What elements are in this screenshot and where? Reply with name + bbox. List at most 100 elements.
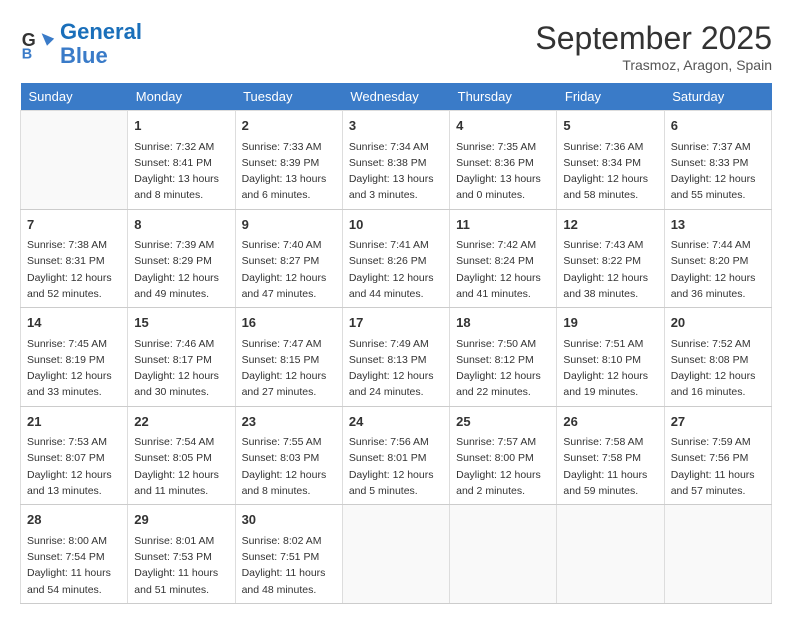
calendar-cell: 28 Sunrise: 8:00 AM Sunset: 7:54 PM Dayli…: [21, 505, 128, 604]
day-info: Sunrise: 8:02 AM Sunset: 7:51 PM Dayligh…: [242, 533, 336, 598]
calendar-cell: 9Sunrise: 7:40 AM Sunset: 8:27 PM Daylig…: [235, 209, 342, 308]
day-number: 27: [671, 412, 765, 432]
day-info: Sunrise: 7:42 AM Sunset: 8:24 PM Dayligh…: [456, 237, 550, 302]
day-number: 2: [242, 116, 336, 136]
logo-icon: G B: [20, 26, 56, 62]
location: Trasmoz, Aragon, Spain: [535, 57, 772, 73]
day-number: 14: [27, 313, 121, 333]
svg-text:B: B: [22, 47, 32, 63]
calendar-cell: 20 Sunrise: 7:52 AM Sunset: 8:08 PM Dayli…: [664, 308, 771, 407]
calendar-cell: 1 Sunrise: 7:32 AM Sunset: 8:41 PM Daylig…: [128, 111, 235, 210]
day-info: Sunrise: 7:46 AM Sunset: 8:17 PM Dayligh…: [134, 336, 228, 401]
calendar-cell: 15Sunrise: 7:46 AM Sunset: 8:17 PM Dayli…: [128, 308, 235, 407]
day-info: Sunrise: 7:50 AM Sunset: 8:12 PM Dayligh…: [456, 336, 550, 401]
calendar-cell: 16Sunrise: 7:47 AM Sunset: 8:15 PM Dayli…: [235, 308, 342, 407]
calendar-cell: 22Sunrise: 7:54 AM Sunset: 8:05 PM Dayli…: [128, 406, 235, 505]
weekday-header: Thursday: [450, 83, 557, 111]
day-info: Sunrise: 7:58 AM Sunset: 7:58 PM Dayligh…: [563, 434, 657, 499]
title-block: September 2025 Trasmoz, Aragon, Spain: [535, 20, 772, 73]
day-number: 18: [456, 313, 550, 333]
calendar-cell: 14 Sunrise: 7:45 AM Sunset: 8:19 PM Dayli…: [21, 308, 128, 407]
day-number: 30: [242, 510, 336, 530]
day-info: Sunrise: 7:32 AM Sunset: 8:41 PM Dayligh…: [134, 139, 228, 204]
logo-blue: Blue: [60, 43, 108, 68]
day-info: Sunrise: 7:52 AM Sunset: 8:08 PM Dayligh…: [671, 336, 765, 401]
day-info: Sunrise: 7:57 AM Sunset: 8:00 PM Dayligh…: [456, 434, 550, 499]
calendar-cell: 7Sunrise: 7:38 AM Sunset: 8:31 PM Daylig…: [21, 209, 128, 308]
calendar-cell: 29 Sunrise: 8:01 AM Sunset: 7:53 PM Dayli…: [128, 505, 235, 604]
day-number: 25: [456, 412, 550, 432]
calendar-cell: 13Sunrise: 7:44 AM Sunset: 8:20 PM Dayli…: [664, 209, 771, 308]
calendar-cell: 12Sunrise: 7:43 AM Sunset: 8:22 PM Dayli…: [557, 209, 664, 308]
calendar-cell: [21, 111, 128, 210]
weekday-header: Monday: [128, 83, 235, 111]
day-number: 10: [349, 215, 443, 235]
calendar-table: SundayMondayTuesdayWednesdayThursdayFrid…: [20, 83, 772, 604]
day-info: Sunrise: 7:59 AM Sunset: 7:56 PM Dayligh…: [671, 434, 765, 499]
day-info: Sunrise: 7:38 AM Sunset: 8:31 PM Dayligh…: [27, 237, 121, 302]
calendar-cell: 5 Sunrise: 7:36 AM Sunset: 8:34 PM Daylig…: [557, 111, 664, 210]
day-info: Sunrise: 7:55 AM Sunset: 8:03 PM Dayligh…: [242, 434, 336, 499]
calendar-cell: 3Sunrise: 7:34 AM Sunset: 8:38 PM Daylig…: [342, 111, 449, 210]
day-info: Sunrise: 7:41 AM Sunset: 8:26 PM Dayligh…: [349, 237, 443, 302]
day-info: Sunrise: 7:53 AM Sunset: 8:07 PM Dayligh…: [27, 434, 121, 499]
calendar-cell: 18 Sunrise: 7:50 AM Sunset: 8:12 PM Dayli…: [450, 308, 557, 407]
day-number: 28: [27, 510, 121, 530]
day-info: Sunrise: 7:35 AM Sunset: 8:36 PM Dayligh…: [456, 139, 550, 204]
day-number: 13: [671, 215, 765, 235]
weekday-header: Sunday: [21, 83, 128, 111]
day-info: Sunrise: 7:51 AM Sunset: 8:10 PM Dayligh…: [563, 336, 657, 401]
calendar-cell: [450, 505, 557, 604]
calendar-cell: 25Sunrise: 7:57 AM Sunset: 8:00 PM Dayli…: [450, 406, 557, 505]
calendar-cell: 24Sunrise: 7:56 AM Sunset: 8:01 PM Dayli…: [342, 406, 449, 505]
calendar-cell: 4Sunrise: 7:35 AM Sunset: 8:36 PM Daylig…: [450, 111, 557, 210]
day-info: Sunrise: 8:00 AM Sunset: 7:54 PM Dayligh…: [27, 533, 121, 598]
day-info: Sunrise: 7:39 AM Sunset: 8:29 PM Dayligh…: [134, 237, 228, 302]
day-info: Sunrise: 7:40 AM Sunset: 8:27 PM Dayligh…: [242, 237, 336, 302]
day-number: 29: [134, 510, 228, 530]
day-number: 8: [134, 215, 228, 235]
day-info: Sunrise: 8:01 AM Sunset: 7:53 PM Dayligh…: [134, 533, 228, 598]
calendar-cell: [342, 505, 449, 604]
day-number: 20: [671, 313, 765, 333]
day-info: Sunrise: 7:47 AM Sunset: 8:15 PM Dayligh…: [242, 336, 336, 401]
day-number: 22: [134, 412, 228, 432]
month-title: September 2025: [535, 20, 772, 57]
day-info: Sunrise: 7:54 AM Sunset: 8:05 PM Dayligh…: [134, 434, 228, 499]
day-number: 26: [563, 412, 657, 432]
day-number: 17: [349, 313, 443, 333]
day-number: 7: [27, 215, 121, 235]
calendar-week-row: 28 Sunrise: 8:00 AM Sunset: 7:54 PM Dayli…: [21, 505, 772, 604]
day-info: Sunrise: 7:43 AM Sunset: 8:22 PM Dayligh…: [563, 237, 657, 302]
day-info: Sunrise: 7:56 AM Sunset: 8:01 PM Dayligh…: [349, 434, 443, 499]
calendar-week-row: 1 Sunrise: 7:32 AM Sunset: 8:41 PM Daylig…: [21, 111, 772, 210]
day-info: Sunrise: 7:33 AM Sunset: 8:39 PM Dayligh…: [242, 139, 336, 204]
day-number: 21: [27, 412, 121, 432]
calendar-cell: [557, 505, 664, 604]
weekday-header: Friday: [557, 83, 664, 111]
calendar-week-row: 7Sunrise: 7:38 AM Sunset: 8:31 PM Daylig…: [21, 209, 772, 308]
day-number: 6: [671, 116, 765, 136]
day-info: Sunrise: 7:34 AM Sunset: 8:38 PM Dayligh…: [349, 139, 443, 204]
day-number: 5: [563, 116, 657, 136]
calendar-week-row: 21Sunrise: 7:53 AM Sunset: 8:07 PM Dayli…: [21, 406, 772, 505]
logo-general: General: [60, 19, 142, 44]
calendar-cell: 21Sunrise: 7:53 AM Sunset: 8:07 PM Dayli…: [21, 406, 128, 505]
day-info: Sunrise: 7:36 AM Sunset: 8:34 PM Dayligh…: [563, 139, 657, 204]
day-info: Sunrise: 7:44 AM Sunset: 8:20 PM Dayligh…: [671, 237, 765, 302]
day-info: Sunrise: 7:45 AM Sunset: 8:19 PM Dayligh…: [27, 336, 121, 401]
day-number: 1: [134, 116, 228, 136]
calendar-cell: 10Sunrise: 7:41 AM Sunset: 8:26 PM Dayli…: [342, 209, 449, 308]
day-info: Sunrise: 7:49 AM Sunset: 8:13 PM Dayligh…: [349, 336, 443, 401]
day-number: 24: [349, 412, 443, 432]
weekday-header: Tuesday: [235, 83, 342, 111]
logo: G B General Blue: [20, 20, 142, 68]
day-number: 23: [242, 412, 336, 432]
calendar-cell: 17 Sunrise: 7:49 AM Sunset: 8:13 PM Dayli…: [342, 308, 449, 407]
calendar-cell: 8Sunrise: 7:39 AM Sunset: 8:29 PM Daylig…: [128, 209, 235, 308]
calendar-week-row: 14 Sunrise: 7:45 AM Sunset: 8:19 PM Dayli…: [21, 308, 772, 407]
calendar-cell: 6Sunrise: 7:37 AM Sunset: 8:33 PM Daylig…: [664, 111, 771, 210]
calendar-cell: 30 Sunrise: 8:02 AM Sunset: 7:51 PM Dayli…: [235, 505, 342, 604]
day-number: 9: [242, 215, 336, 235]
day-number: 12: [563, 215, 657, 235]
